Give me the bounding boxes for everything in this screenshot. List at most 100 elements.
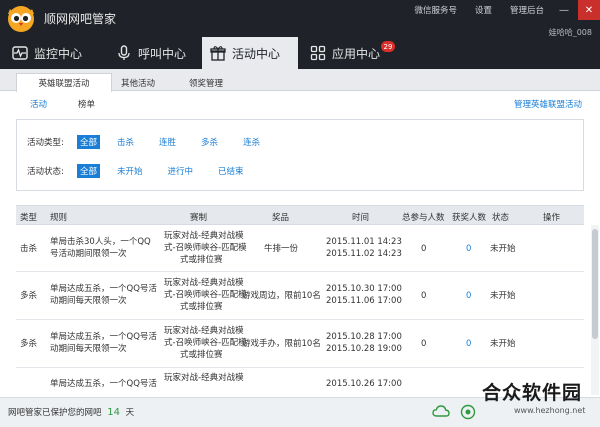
- row-type: 击杀: [20, 244, 38, 254]
- sub-tabs: 英雄联盟活动 其他活动 领奖管理: [0, 69, 600, 92]
- owl-logo-icon: [8, 6, 34, 32]
- col-rule: 规则: [50, 213, 68, 223]
- watermark-url: www.hezhong.net: [514, 406, 586, 415]
- filter-status-label: 活动状态:: [27, 167, 64, 177]
- gift-icon: [210, 46, 226, 61]
- col-winners: 获奖人数: [452, 213, 487, 223]
- row-format-line: 玩家对战-经典对战模: [164, 373, 244, 383]
- row-time-start: 2015.10.26 17:00: [326, 379, 402, 389]
- col-participants: 总参与人数: [402, 213, 445, 223]
- tab-prize-management[interactable]: 领奖管理: [176, 74, 236, 91]
- row-winners[interactable]: 0: [466, 338, 471, 350]
- admin-backend-link[interactable]: 管理后台: [501, 4, 553, 16]
- tab-lol-activity[interactable]: 英雄联盟活动: [16, 73, 112, 92]
- row-format-line: 式-召唤师峡谷-匹配模: [164, 338, 247, 348]
- status-icons: [432, 404, 476, 420]
- row-time-start: 2015.10.28 17:00: [326, 332, 402, 342]
- row-rule-line: 单局击杀30人头，一个QQ: [50, 237, 151, 247]
- scrollbar-thumb[interactable]: [592, 229, 598, 339]
- inner-tab-activity[interactable]: 活动: [30, 98, 47, 110]
- row-participants: 0: [421, 291, 427, 301]
- row-status: 未开始: [490, 291, 516, 301]
- nav-label: 活动中心: [232, 46, 281, 61]
- type-chip-multi-kill[interactable]: 多杀: [198, 135, 221, 149]
- nav-activity-center[interactable]: 活动中心: [202, 37, 298, 69]
- title-bar: 顺网网吧管家 微信服务号 设置 管理后台 — ✕ 娃哈哈_008: [0, 0, 600, 37]
- row-format-line: 式或排位赛: [180, 350, 223, 360]
- row-participants: 0: [421, 339, 427, 349]
- table-row[interactable]: 击杀 单局击杀30人头，一个QQ 号活动期间限领一次 玩家对战-经典对战模 式-…: [16, 226, 584, 272]
- row-winners[interactable]: 0: [466, 243, 471, 255]
- tab-other-activity[interactable]: 其他活动: [106, 74, 170, 91]
- status-suffix: 天: [125, 408, 135, 418]
- settings-link[interactable]: 设置: [466, 4, 501, 16]
- close-icon[interactable]: ✕: [578, 0, 600, 20]
- top-links: 微信服务号 设置 管理后台 — ✕: [405, 0, 600, 20]
- protected-days: 14: [107, 407, 120, 418]
- col-status: 状态: [492, 213, 510, 223]
- status-chip-in-progress[interactable]: 进行中: [165, 164, 197, 178]
- nav-label: 监控中心: [34, 46, 83, 61]
- row-winners[interactable]: 0: [466, 290, 471, 302]
- row-time-end: 2015.11.02 14:23: [326, 249, 402, 259]
- main-nav: 监控中心 呼叫中心 活动中心 应用中心 29: [0, 37, 600, 69]
- inner-tab-leaderboard[interactable]: 榜单: [78, 98, 95, 110]
- status-chip-ended[interactable]: 已结束: [215, 164, 247, 178]
- shield-check-icon[interactable]: [460, 404, 476, 420]
- row-type: 多杀: [20, 291, 38, 301]
- apps-grid-icon: [310, 45, 326, 61]
- row-prize: 游戏手办，限前10名: [242, 339, 321, 349]
- table-row[interactable]: 多杀 单局达成五杀，一个QQ号活 动期间每天限领一次 玩家对战-经典对战模 式-…: [16, 272, 584, 320]
- row-participants: 0: [421, 244, 427, 254]
- filter-status-row: 活动状态: 全部 未开始 进行中 已结束: [27, 163, 266, 179]
- watermark: 合众软件园 www.hezhong.net: [480, 378, 598, 422]
- type-chip-win-streak[interactable]: 连胜: [156, 135, 179, 149]
- nav-label: 呼叫中心: [138, 46, 187, 61]
- status-prefix: 网吧管家已保护您的网吧: [8, 408, 102, 418]
- row-rule-line: 单局达成五杀，一个QQ号活: [50, 379, 157, 389]
- microphone-icon: [118, 45, 130, 60]
- row-format-line: 式或排位赛: [180, 302, 223, 312]
- row-format-line: 玩家对战-经典对战模: [164, 231, 244, 241]
- minimize-icon[interactable]: —: [553, 0, 575, 20]
- col-format: 赛制: [190, 213, 208, 223]
- row-time-end: 2015.11.06 17:00: [326, 296, 402, 306]
- wechat-service-link[interactable]: 微信服务号: [405, 4, 466, 16]
- pulse-icon: [12, 46, 28, 60]
- row-rule-line: 动期间每天限领一次: [50, 296, 127, 306]
- nav-label: 应用中心: [332, 46, 381, 61]
- row-time-start: 2015.11.01 14:23: [326, 237, 402, 247]
- table-scrollbar[interactable]: [591, 225, 599, 395]
- col-type: 类型: [20, 213, 38, 223]
- nav-monitor-center[interactable]: 监控中心: [12, 37, 104, 69]
- nav-call-center[interactable]: 呼叫中心: [116, 37, 200, 69]
- manage-lol-activity-link[interactable]: 管理英雄联盟活动: [514, 98, 582, 110]
- col-prize: 奖品: [272, 213, 290, 223]
- type-chip-kill[interactable]: 击杀: [114, 135, 137, 149]
- filter-type-label: 活动类型:: [27, 138, 64, 148]
- row-time-start: 2015.10.30 17:00: [326, 284, 402, 294]
- row-rule-line: 单局达成五杀，一个QQ号活: [50, 284, 157, 294]
- table-row[interactable]: 多杀 单局达成五杀，一个QQ号活 动期间每天限领一次 玩家对战-经典对战模 式-…: [16, 320, 584, 368]
- col-action: 操作: [543, 213, 561, 223]
- col-time: 时间: [352, 213, 370, 223]
- row-format-line: 式-召唤师峡谷-匹配模: [164, 290, 247, 300]
- protection-status: 网吧管家已保护您的网吧 14 天: [8, 406, 134, 418]
- row-rule-line: 号活动期间限领一次: [50, 249, 127, 259]
- row-status: 未开始: [490, 244, 516, 254]
- filter-panel: 活动类型: 全部 击杀 连胜 多杀 连杀 活动状态: 全部 未开始 进行中 已结…: [16, 119, 584, 191]
- row-status: 未开始: [490, 339, 516, 349]
- status-chip-not-started[interactable]: 未开始: [114, 164, 146, 178]
- cloud-icon[interactable]: [432, 404, 450, 418]
- row-type: 多杀: [20, 339, 38, 349]
- type-chip-kill-streak[interactable]: 连杀: [240, 135, 263, 149]
- app-title: 顺网网吧管家: [44, 12, 117, 26]
- row-format-line: 式或排位赛: [180, 255, 223, 265]
- type-chip-all[interactable]: 全部: [77, 135, 101, 149]
- status-chip-all[interactable]: 全部: [77, 164, 101, 178]
- table-header: 类型 规则 赛制 奖品 时间 总参与人数 获奖人数 状态 操作: [16, 205, 584, 225]
- filter-type-row: 活动类型: 全部 击杀 连胜 多杀 连杀: [27, 134, 282, 150]
- row-rule-line: 单局达成五杀，一个QQ号活: [50, 332, 157, 342]
- row-rule-line: 动期间每天限领一次: [50, 344, 127, 354]
- row-format-line: 式-召唤师峡谷-匹配模: [164, 243, 247, 253]
